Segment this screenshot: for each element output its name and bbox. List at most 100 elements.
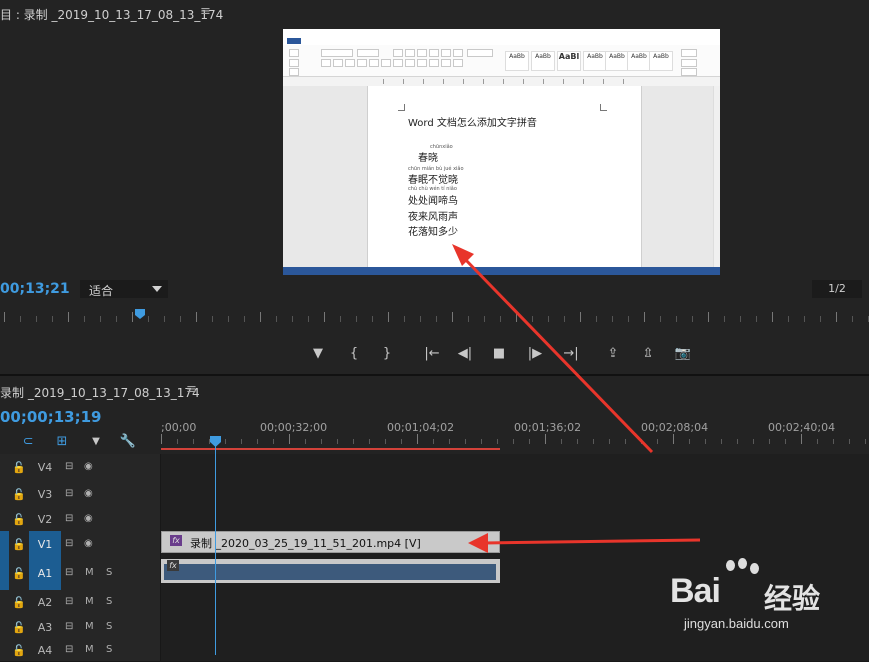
snap-icon[interactable]: ⊂ xyxy=(18,432,38,452)
lock-icon[interactable]: 🔓 xyxy=(12,567,26,580)
sync-lock-icon[interactable]: ⊟ xyxy=(65,513,73,524)
track-name-toggle[interactable]: V2 xyxy=(29,508,61,531)
word-ribbon: AaBb AaBb AaBl AaBb AaBb AaBb AaBb xyxy=(283,45,720,77)
step-back-icon[interactable]: ◀| xyxy=(454,343,476,365)
track-content-area[interactable] xyxy=(161,508,869,531)
sync-lock-icon[interactable]: ⊟ xyxy=(65,461,73,472)
ruler-tick xyxy=(465,439,466,444)
track-content-area[interactable] xyxy=(161,481,869,508)
extract-icon[interactable]: ⇫ xyxy=(637,343,659,365)
sync-lock-icon[interactable]: ⊟ xyxy=(65,488,73,499)
lock-icon[interactable]: 🔓 xyxy=(12,488,26,501)
ruler-tick xyxy=(641,439,642,444)
mute-button[interactable]: M xyxy=(85,596,94,607)
ruler-tick xyxy=(292,316,293,322)
ruler-tick xyxy=(564,316,565,322)
eye-icon[interactable]: ◉ xyxy=(84,461,93,472)
eye-icon[interactable]: ◉ xyxy=(84,513,93,524)
ruler-tick xyxy=(324,312,325,322)
sync-lock-icon[interactable]: ⊟ xyxy=(65,621,73,632)
go-to-out-icon[interactable]: →| xyxy=(560,343,582,365)
solo-button[interactable]: S xyxy=(106,567,112,578)
ruler-tick xyxy=(273,439,274,444)
sync-lock-icon[interactable]: ⊟ xyxy=(65,538,73,549)
video-clip[interactable]: fx 录制 _2020_03_25_19_11_51_201.mp4 [V] xyxy=(161,531,500,553)
solo-button[interactable]: S xyxy=(106,596,112,607)
track-name-toggle[interactable]: V3 xyxy=(29,481,61,508)
mute-button[interactable]: M xyxy=(85,567,94,578)
zoom-fit-dropdown[interactable]: 适合 xyxy=(80,280,168,298)
monitor-panel-menu-icon[interactable]: ≡ xyxy=(200,4,211,19)
linked-selection-icon[interactable]: ⊞ xyxy=(52,432,72,452)
ruler-tick xyxy=(545,434,546,444)
track-name-toggle[interactable]: A2 xyxy=(29,590,61,615)
ruler-tick xyxy=(577,439,578,444)
ruler-tick xyxy=(257,439,258,444)
track-name-toggle[interactable]: V4 xyxy=(29,454,61,481)
doc-line-3: 夜来风雨声 xyxy=(408,212,458,223)
lock-icon[interactable]: 🔓 xyxy=(12,461,26,474)
ruler-tick xyxy=(804,316,805,322)
add-marker-icon[interactable]: ▼ xyxy=(86,432,106,452)
ruler-tick xyxy=(468,316,469,322)
source-patch[interactable] xyxy=(0,531,9,558)
mark-in-icon[interactable]: { xyxy=(343,343,365,365)
solo-button[interactable]: S xyxy=(106,621,112,632)
track-header: 🔓 A3 ⊟ M S xyxy=(0,615,161,640)
fx-badge-icon: fx xyxy=(167,560,179,571)
eye-icon[interactable]: ◉ xyxy=(84,488,93,499)
ruler-tick xyxy=(52,316,53,322)
track-name-toggle[interactable]: V1 xyxy=(29,531,61,558)
lock-icon[interactable]: 🔓 xyxy=(12,513,26,526)
ruler-tick xyxy=(228,316,229,322)
ruler-tick xyxy=(673,434,674,444)
lock-icon[interactable]: 🔓 xyxy=(12,621,26,634)
source-patch[interactable] xyxy=(0,558,9,590)
monitor-playhead-timecode[interactable]: 00;13;21 xyxy=(0,281,70,297)
add-marker-icon[interactable]: ▼ xyxy=(307,343,329,365)
monitor-time-ruler[interactable] xyxy=(0,306,869,328)
timeline-playhead-timecode[interactable]: 00;00;13;19 xyxy=(0,408,102,426)
lock-icon[interactable]: 🔓 xyxy=(12,596,26,609)
mark-out-icon[interactable]: } xyxy=(376,343,398,365)
mute-button[interactable]: M xyxy=(85,621,94,632)
work-area-bar[interactable] xyxy=(161,448,500,450)
ruler-label: ;00;00 xyxy=(161,421,197,434)
word-titlebar xyxy=(283,29,720,37)
ruler-tick xyxy=(212,316,213,322)
step-forward-icon[interactable]: |▶ xyxy=(524,343,546,365)
lock-icon[interactable]: 🔓 xyxy=(12,644,26,657)
sync-lock-icon[interactable]: ⊟ xyxy=(65,567,73,578)
ruler-tick xyxy=(481,439,482,444)
track-name-toggle[interactable]: A4 xyxy=(29,640,61,661)
ruler-tick xyxy=(865,439,866,444)
track-header: 🔓 V3 ⊟ ◉ xyxy=(0,481,161,508)
track-name-toggle[interactable]: A3 xyxy=(29,615,61,640)
lock-icon[interactable]: 🔓 xyxy=(12,538,26,551)
ruler-tick xyxy=(705,439,706,444)
ruler-tick xyxy=(756,316,757,322)
settings-wrench-icon[interactable]: 🔧 xyxy=(118,432,138,452)
sequence-tab-title[interactable]: 录制 _2019_10_13_17_08_13_174 xyxy=(0,384,200,401)
timeline-time-ruler[interactable]: ;00;00 00;00;32;00 00;01;04;02 00;01;36;… xyxy=(161,416,869,450)
eye-icon[interactable]: ◉ xyxy=(84,538,93,549)
ruler-tick xyxy=(513,439,514,444)
timeline-panel-menu-icon[interactable]: ≡ xyxy=(186,382,197,397)
export-frame-icon[interactable]: 📷 xyxy=(672,343,694,365)
track-name-toggle[interactable]: A1 xyxy=(29,558,61,590)
ruler-tick xyxy=(244,316,245,322)
stop-icon[interactable]: ■ xyxy=(488,343,510,365)
ruler-tick xyxy=(305,439,306,444)
track-header: 🔓 V2 ⊟ ◉ xyxy=(0,508,161,531)
ruler-tick xyxy=(548,316,549,322)
zoom-fit-value: 适合 xyxy=(89,284,114,298)
playback-resolution-select[interactable]: 1/2 xyxy=(812,280,862,298)
ruler-label: 00;00;32;00 xyxy=(260,421,328,434)
sync-lock-icon[interactable]: ⊟ xyxy=(65,596,73,607)
track-content-area[interactable] xyxy=(161,454,869,481)
audio-clip[interactable]: fx xyxy=(161,559,500,583)
ruler-tick xyxy=(356,316,357,322)
lift-icon[interactable]: ⇪ xyxy=(602,343,624,365)
go-to-in-icon[interactable]: |← xyxy=(421,343,443,365)
track-header: 🔓 A4 ⊟ M S xyxy=(0,640,161,661)
